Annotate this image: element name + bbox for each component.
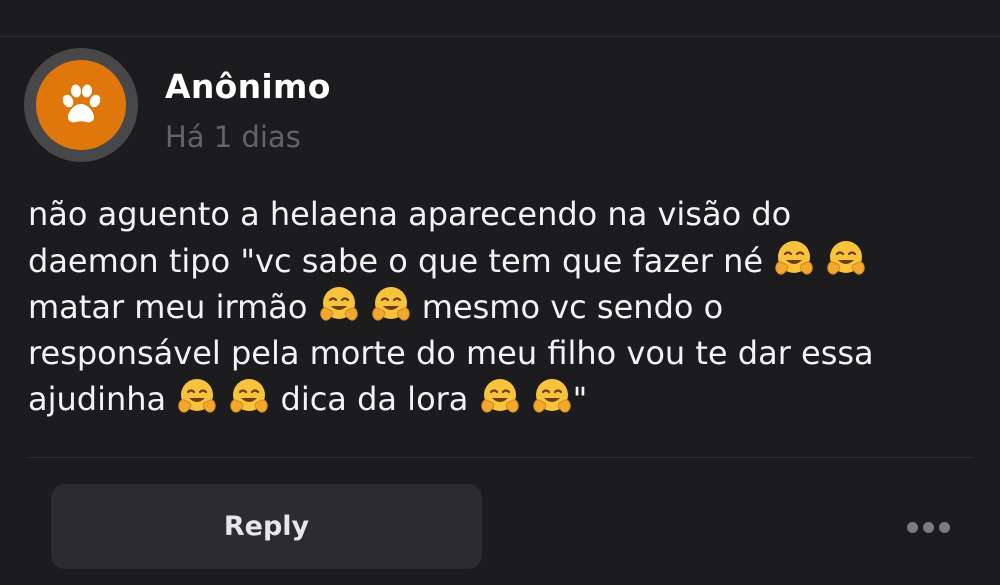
hugging-face-emoji-icon [319,287,358,321]
hugging-face-emoji-icon [532,379,571,413]
post-timestamp: Há 1 dias [165,120,301,154]
paw-icon [62,84,101,123]
hugging-face-emoji-icon [178,379,217,413]
top-divider [0,36,1000,37]
post-body-text: dica da lora [270,380,479,418]
hugging-face-emoji-pair [479,376,573,423]
avatar[interactable] [36,60,126,150]
hugging-face-emoji-pair [318,284,412,331]
hugging-face-emoji-pair [176,376,270,423]
hugging-face-emoji-icon [775,240,813,275]
post-body-text: matar meu irmão [28,288,308,326]
reply-button[interactable]: Reply [51,484,482,569]
more-horizontal-icon [938,521,950,533]
post-body-text: " [572,380,588,418]
hugging-face-emoji-pair [773,238,867,285]
comment-card: Anônimo Há 1 dias não aguento a helaena … [0,0,1000,585]
more-options-button[interactable] [900,512,956,542]
author-name[interactable]: Anônimo [165,67,331,106]
hugging-face-emoji-icon [230,379,269,413]
hugging-face-emoji-icon [827,240,865,275]
more-horizontal-icon [922,521,934,533]
hugging-face-emoji-icon [371,287,410,321]
bottom-divider [28,457,974,458]
hugging-face-emoji-icon [480,379,519,413]
more-horizontal-icon [906,521,918,533]
post-body-text: não aguento a helaena aparecendo na visã… [28,195,792,280]
post-body: não aguento a helaena aparecendo na visã… [28,192,978,423]
